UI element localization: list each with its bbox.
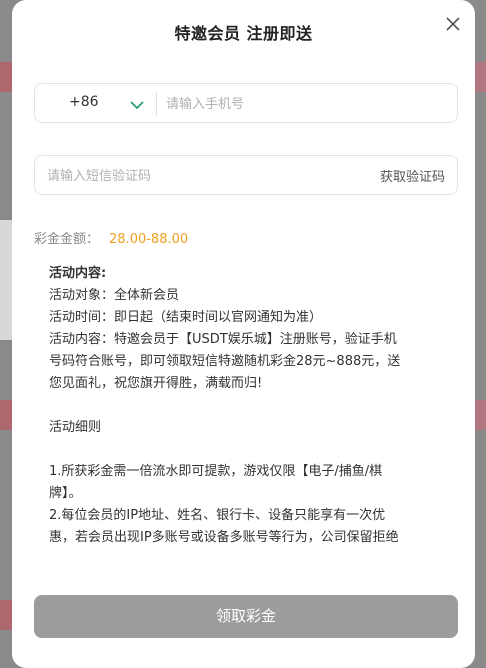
sms-code-input[interactable] <box>47 162 347 190</box>
bonus-amount-value: 28.00-88.00 <box>109 232 189 247</box>
chevron-down-icon <box>130 101 144 110</box>
activity-heading: 活动内容: <box>49 266 107 281</box>
divider <box>156 92 157 116</box>
activity-time: 活动时间：即日起（结束时间以官网通知为准） <box>49 310 323 325</box>
bonus-amount-label: 彩金金额： <box>34 232 100 247</box>
rule-line: 牌】。 <box>49 486 82 501</box>
close-icon <box>446 17 460 31</box>
bonus-amount: 彩金金额： 28.00-88.00 <box>34 228 188 247</box>
activity-target: 活动对象：全体新会员 <box>49 288 180 303</box>
phone-field: +86 <box>34 83 458 123</box>
modal-title: 特邀会员 注册即送 <box>174 24 313 43</box>
country-code-dropdown[interactable] <box>129 96 145 115</box>
close-button[interactable] <box>443 14 463 34</box>
activity-desc-line: 您见面礼，祝您旗开得胜，满载而归! <box>49 376 263 391</box>
rule-line: 惠，若会员出现IP多账号或设备多账号等行为，公司保留拒绝 <box>49 530 399 545</box>
activity-description[interactable]: 活动内容: 活动对象：全体新会员 活动时间：即日起（结束时间以官网通知为准） 活… <box>49 263 439 555</box>
rules-title: 活动细则 <box>49 420 102 435</box>
get-code-button[interactable]: 获取验证码 <box>380 166 445 185</box>
claim-bonus-button[interactable]: 领取彩金 <box>34 595 458 638</box>
activity-desc-line: 号码符合账号，即可领取短信特邀随机彩金28元~888元，送 <box>49 354 401 369</box>
rule-line: 2.每位会员的IP地址、姓名、银行卡、设备只能享有一次优 <box>49 508 386 523</box>
phone-input[interactable] <box>166 90 446 118</box>
sms-code-field: 获取验证码 <box>34 155 458 195</box>
country-code-select[interactable]: +86 <box>69 94 99 110</box>
activity-desc-line: 活动内容：特邀会员于【USDT娱乐城】注册账号，验证手机 <box>49 332 397 347</box>
register-bonus-modal: 特邀会员 注册即送 +86 获取验证码 彩金金额： 28.00-88.00 活动内… <box>12 0 475 668</box>
rule-line: 1.所获彩金需一倍流水即可提款，游戏仅限【电子/捕鱼/棋 <box>49 464 383 479</box>
